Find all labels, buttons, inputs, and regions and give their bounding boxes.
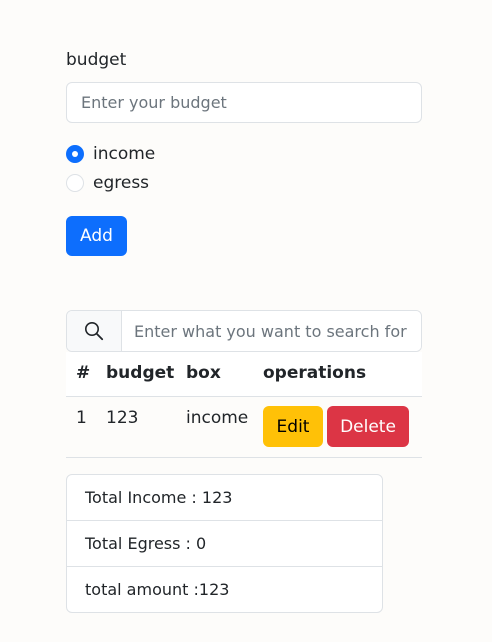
total-egress: Total Egress : 0 [67, 521, 382, 567]
search-input[interactable] [122, 311, 421, 351]
radio-egress[interactable] [66, 174, 84, 192]
radio-income-label: income [93, 144, 156, 164]
row-box: income [186, 408, 249, 428]
radio-income[interactable] [66, 145, 84, 163]
header-index: # [76, 363, 91, 383]
delete-button[interactable]: Delete [327, 406, 409, 447]
radio-egress-row[interactable]: egress [66, 172, 149, 194]
header-budget: budget [106, 363, 175, 383]
search-group [66, 310, 422, 352]
table-header: # budget box operations [66, 352, 422, 397]
row-index: 1 [76, 408, 87, 428]
row-budget: 123 [106, 408, 139, 428]
table-row: 1 123 income Edit Delete [66, 397, 422, 458]
header-box: box [186, 363, 221, 383]
header-operations: operations [263, 363, 367, 383]
add-button[interactable]: Add [66, 216, 127, 256]
budget-input[interactable] [66, 82, 422, 123]
summary-list: Total Income : 123 Total Egress : 0 tota… [66, 474, 383, 613]
total-amount: total amount :123 [85, 580, 230, 599]
radio-egress-label: egress [93, 173, 150, 193]
budget-label: budget [66, 50, 127, 70]
budget-table: # budget box operations 1 123 income Edi… [66, 352, 422, 458]
radio-income-row[interactable]: income [66, 143, 155, 165]
edit-button[interactable]: Edit [263, 406, 323, 447]
search-icon [67, 311, 122, 351]
total-income: Total Income : 123 [67, 475, 382, 521]
